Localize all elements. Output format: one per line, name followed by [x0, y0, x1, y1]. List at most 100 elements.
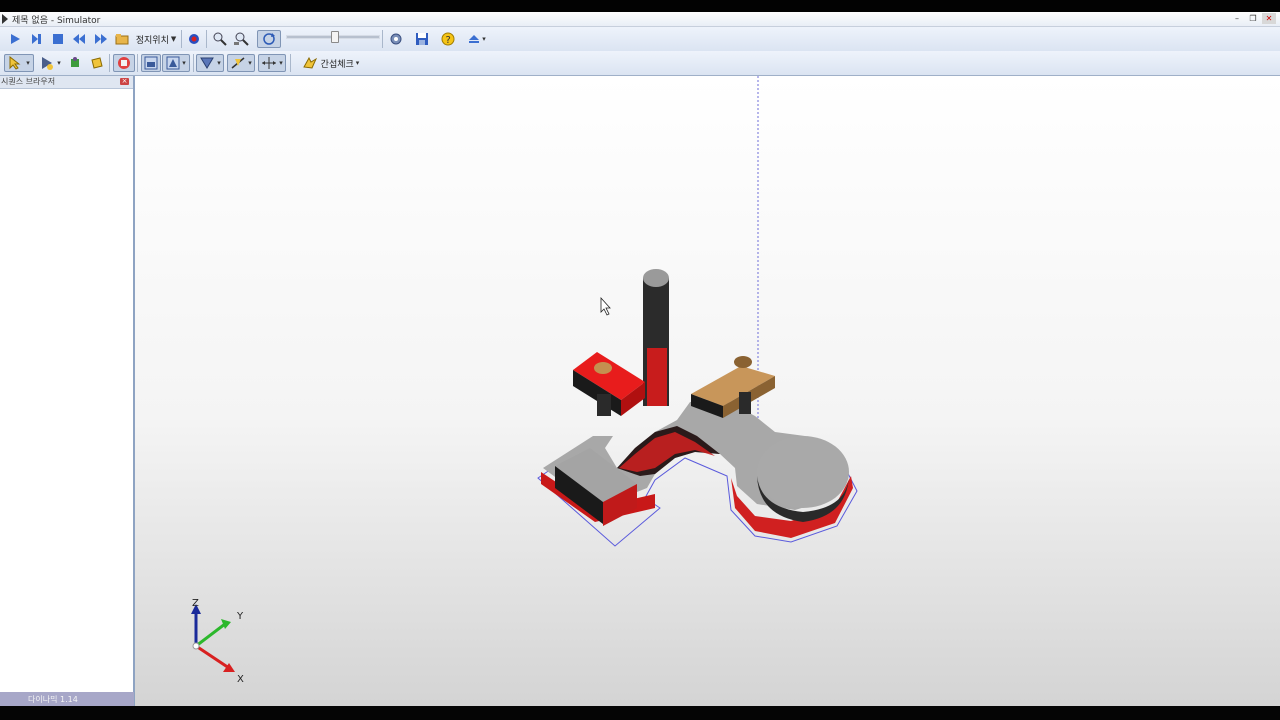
- title-bar: 제목 없음 - Simulator – ❐ ✕: [0, 12, 1280, 27]
- interference-icon: [302, 57, 317, 69]
- help-button[interactable]: ?: [438, 30, 458, 48]
- interference-check-label: 간섭체크: [320, 59, 354, 70]
- folder-icon: [115, 34, 129, 45]
- fast-forward-button[interactable]: [92, 30, 110, 48]
- record-icon: [189, 34, 199, 44]
- fast-forward-icon: [95, 34, 107, 44]
- zoom-button[interactable]: [210, 30, 230, 48]
- record-button[interactable]: [185, 30, 203, 48]
- stop-position-label: 정지위치: [135, 35, 169, 46]
- axis-x-label: X: [237, 674, 244, 685]
- view-side-icon: [166, 56, 180, 70]
- toolbar-separator: [382, 30, 383, 48]
- chevron-down-icon: ▾: [57, 59, 61, 67]
- help-icon: ?: [441, 32, 455, 46]
- grab-icon: [91, 57, 103, 69]
- save-button[interactable]: [412, 30, 432, 48]
- status-bar: 다이나믹 1.14: [0, 692, 134, 706]
- view-side-button[interactable]: ▾: [162, 54, 190, 72]
- view-front-button[interactable]: [141, 54, 161, 72]
- eject-button[interactable]: ▾: [464, 30, 490, 48]
- rotate-tool-button[interactable]: [66, 54, 84, 72]
- cylinder-red: [647, 348, 667, 406]
- 3d-viewport[interactable]: Z Y X: [135, 76, 1280, 706]
- scene-canvas[interactable]: Z Y X: [135, 76, 1280, 706]
- toolbar-separator: [137, 54, 138, 72]
- settings-icon: [390, 33, 402, 45]
- axis-icon: [231, 57, 245, 69]
- chevron-down-icon: ▾: [182, 59, 186, 67]
- select-icon: [9, 56, 21, 70]
- axis-tool-button[interactable]: ▾: [227, 54, 255, 72]
- snap-tool-button[interactable]: ▾: [196, 54, 224, 72]
- select-tool-button[interactable]: ▾: [4, 54, 34, 72]
- move-icon: [42, 57, 54, 70]
- stop-button[interactable]: [49, 30, 67, 48]
- chevron-down-icon: ▾: [26, 59, 30, 67]
- axis-z-label: Z: [192, 598, 199, 609]
- measure-icon: [262, 57, 277, 69]
- red-clamp-post: [597, 394, 611, 416]
- axis-y-label: Y: [236, 611, 244, 622]
- rotate-icon: [71, 57, 79, 67]
- close-icon[interactable]: ✕: [1262, 13, 1276, 24]
- tan-clamp-bolt: [734, 356, 752, 368]
- rewind-icon: [73, 34, 85, 44]
- chevron-down-icon: ▾: [482, 35, 486, 43]
- reset-view-button[interactable]: [257, 30, 281, 48]
- stop-position-dropdown[interactable]: 정지위치 ▼: [134, 30, 178, 48]
- interference-check-dropdown[interactable]: 간섭체크 ▾: [295, 54, 367, 72]
- bottom-black-bar: [0, 706, 1280, 720]
- status-text: 다이나믹 1.14: [28, 695, 78, 704]
- sequence-browser-title: 시퀀스 브라우저: [1, 77, 56, 86]
- sequence-browser-panel[interactable]: 시퀀스 브라우저 × 다이나믹 1.14: [0, 76, 135, 706]
- svg-text:?: ?: [446, 35, 451, 46]
- toolbar-separator: [193, 54, 194, 72]
- toolbar-separator: [290, 54, 291, 72]
- chevron-down-icon: ▾: [217, 59, 221, 67]
- sequence-browser-header: 시퀀스 브라우저 ×: [0, 76, 133, 89]
- window-title: 제목 없음 - Simulator: [12, 16, 101, 26]
- toolbar-separator: [206, 30, 207, 48]
- measure-tool-button[interactable]: ▾: [258, 54, 286, 72]
- toolbar-row-2: ▾ ▾ ▾ ▾ ▾ ▾ 간섭체크 ▾: [0, 51, 1280, 76]
- zoom-fit-button[interactable]: [232, 30, 252, 48]
- play-button[interactable]: [6, 30, 24, 48]
- speed-slider-thumb[interactable]: [331, 31, 339, 43]
- settings-button[interactable]: [386, 30, 406, 48]
- rewind-button[interactable]: [70, 30, 88, 48]
- mouse-cursor-icon: [600, 296, 611, 316]
- toolbar-separator: [181, 30, 182, 48]
- axis-triad: Z Y X: [191, 598, 244, 685]
- open-button[interactable]: [113, 30, 131, 48]
- close-panel-icon[interactable]: ×: [120, 78, 129, 85]
- window-controls: – ❐ ✕: [1230, 13, 1276, 24]
- grab-tool-button[interactable]: [88, 54, 106, 72]
- view-front-icon: [144, 56, 158, 70]
- tree-icon: [118, 57, 130, 69]
- zoom-fit-icon: [234, 32, 249, 46]
- restore-icon[interactable]: ❐: [1246, 13, 1260, 24]
- toolbar-separator: [109, 54, 110, 72]
- tan-clamp-post: [739, 392, 751, 414]
- zoom-icon: [213, 32, 227, 46]
- reset-view-icon: [263, 33, 275, 45]
- eject-icon: [469, 35, 480, 43]
- play-icon: [11, 34, 20, 44]
- step-forward-button[interactable]: [27, 30, 45, 48]
- tree-tool-button[interactable]: [113, 54, 135, 72]
- minimize-icon[interactable]: –: [1230, 13, 1244, 24]
- chevron-down-icon: ▾: [355, 59, 360, 67]
- snap-icon: [200, 57, 215, 69]
- chevron-down-icon: ▾: [248, 59, 252, 67]
- stop-icon: [53, 34, 63, 44]
- red-clamp-bolt: [594, 362, 612, 374]
- move-tool-button[interactable]: ▾: [37, 54, 63, 72]
- chevron-down-icon: ▾: [279, 59, 283, 67]
- cylinder-top: [643, 269, 669, 287]
- app-icon: [2, 14, 8, 24]
- toolbar-row-1: 정지위치 ▼ ? ▾: [0, 27, 1280, 51]
- chevron-down-icon: ▼: [170, 35, 177, 43]
- round-pad: [757, 436, 849, 508]
- save-icon: [416, 33, 428, 45]
